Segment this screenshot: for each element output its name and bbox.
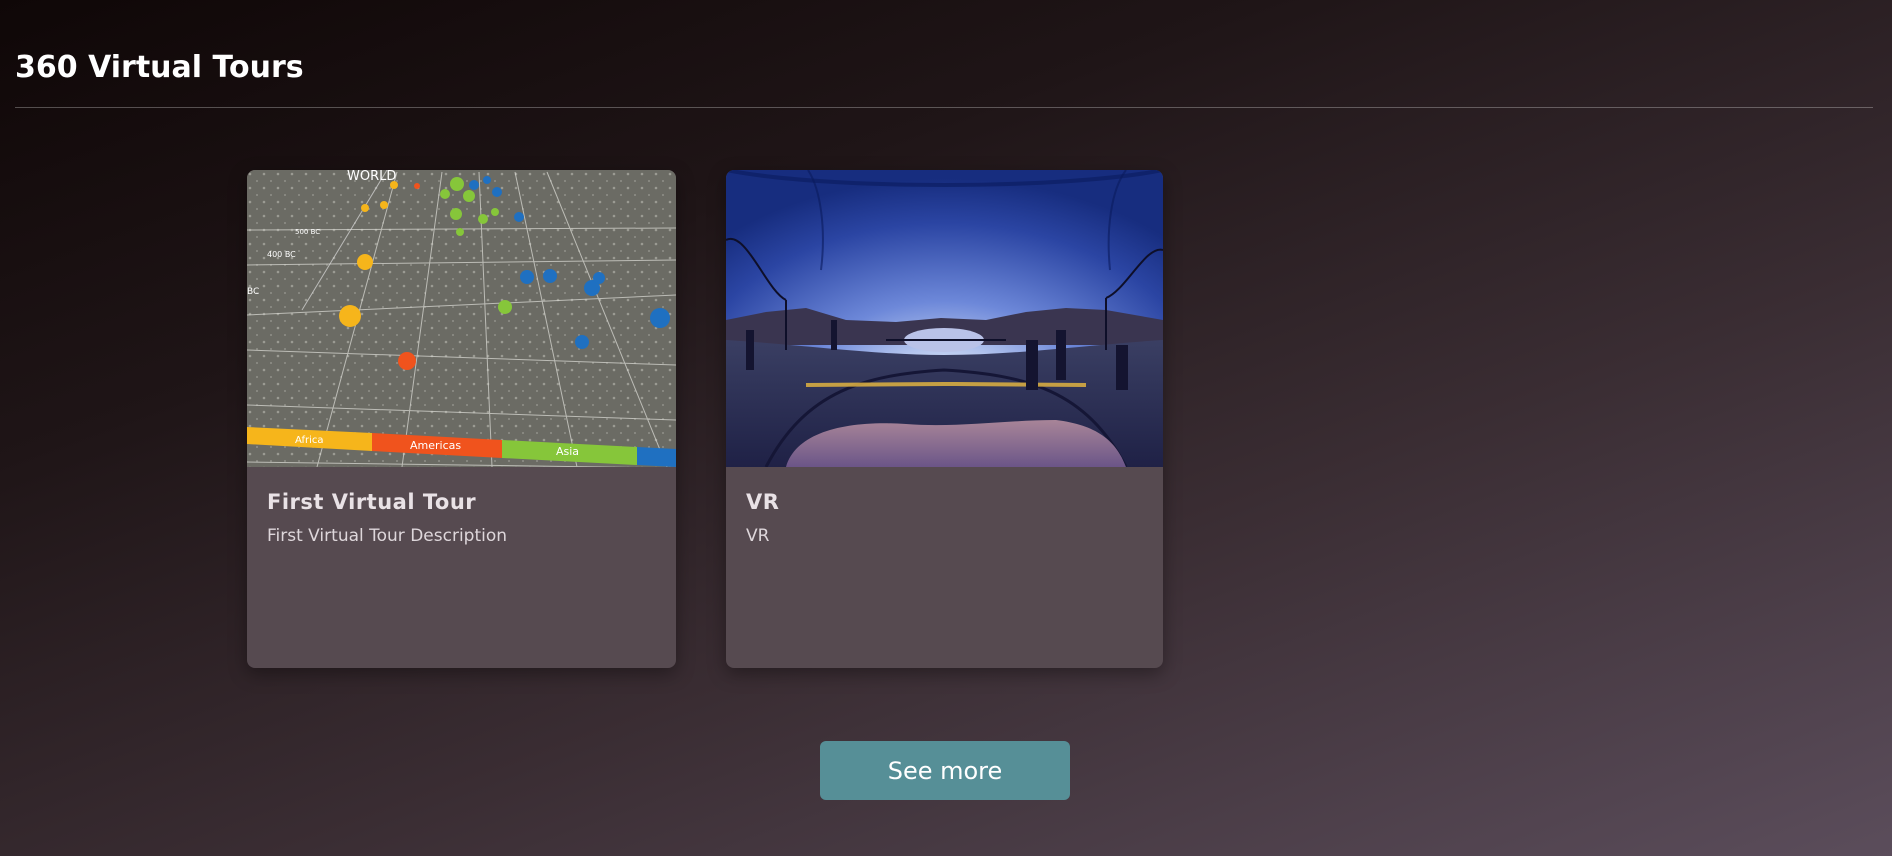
globe-label-world: WORLD [347,170,396,184]
band-label-asia: Asia [556,445,579,458]
globe-label-400bc: 400 BC [267,250,296,259]
tour-thumbnail-data-globe: WORLD 500 BC 400 BC BC Africa Americas A… [247,170,676,467]
band-label-americas: Americas [410,439,461,452]
tour-title: VR [746,490,780,514]
see-more-button[interactable]: See more [820,741,1070,800]
title-divider [15,107,1873,108]
tour-card-first-virtual-tour[interactable]: WORLD 500 BC 400 BC BC Africa Americas A… [247,170,676,668]
tour-title: First Virtual Tour [267,490,477,514]
tour-card-vr[interactable]: VR VR [726,170,1163,668]
tour-thumbnail-panorama [726,170,1163,467]
globe-label-500bc: 500 BC [295,228,320,236]
tour-description: VR [746,526,770,546]
page-title: 360 Virtual Tours [15,50,304,85]
band-label-africa: Africa [295,435,324,446]
globe-label-bc: BC [247,287,259,297]
tour-description: First Virtual Tour Description [267,526,508,546]
